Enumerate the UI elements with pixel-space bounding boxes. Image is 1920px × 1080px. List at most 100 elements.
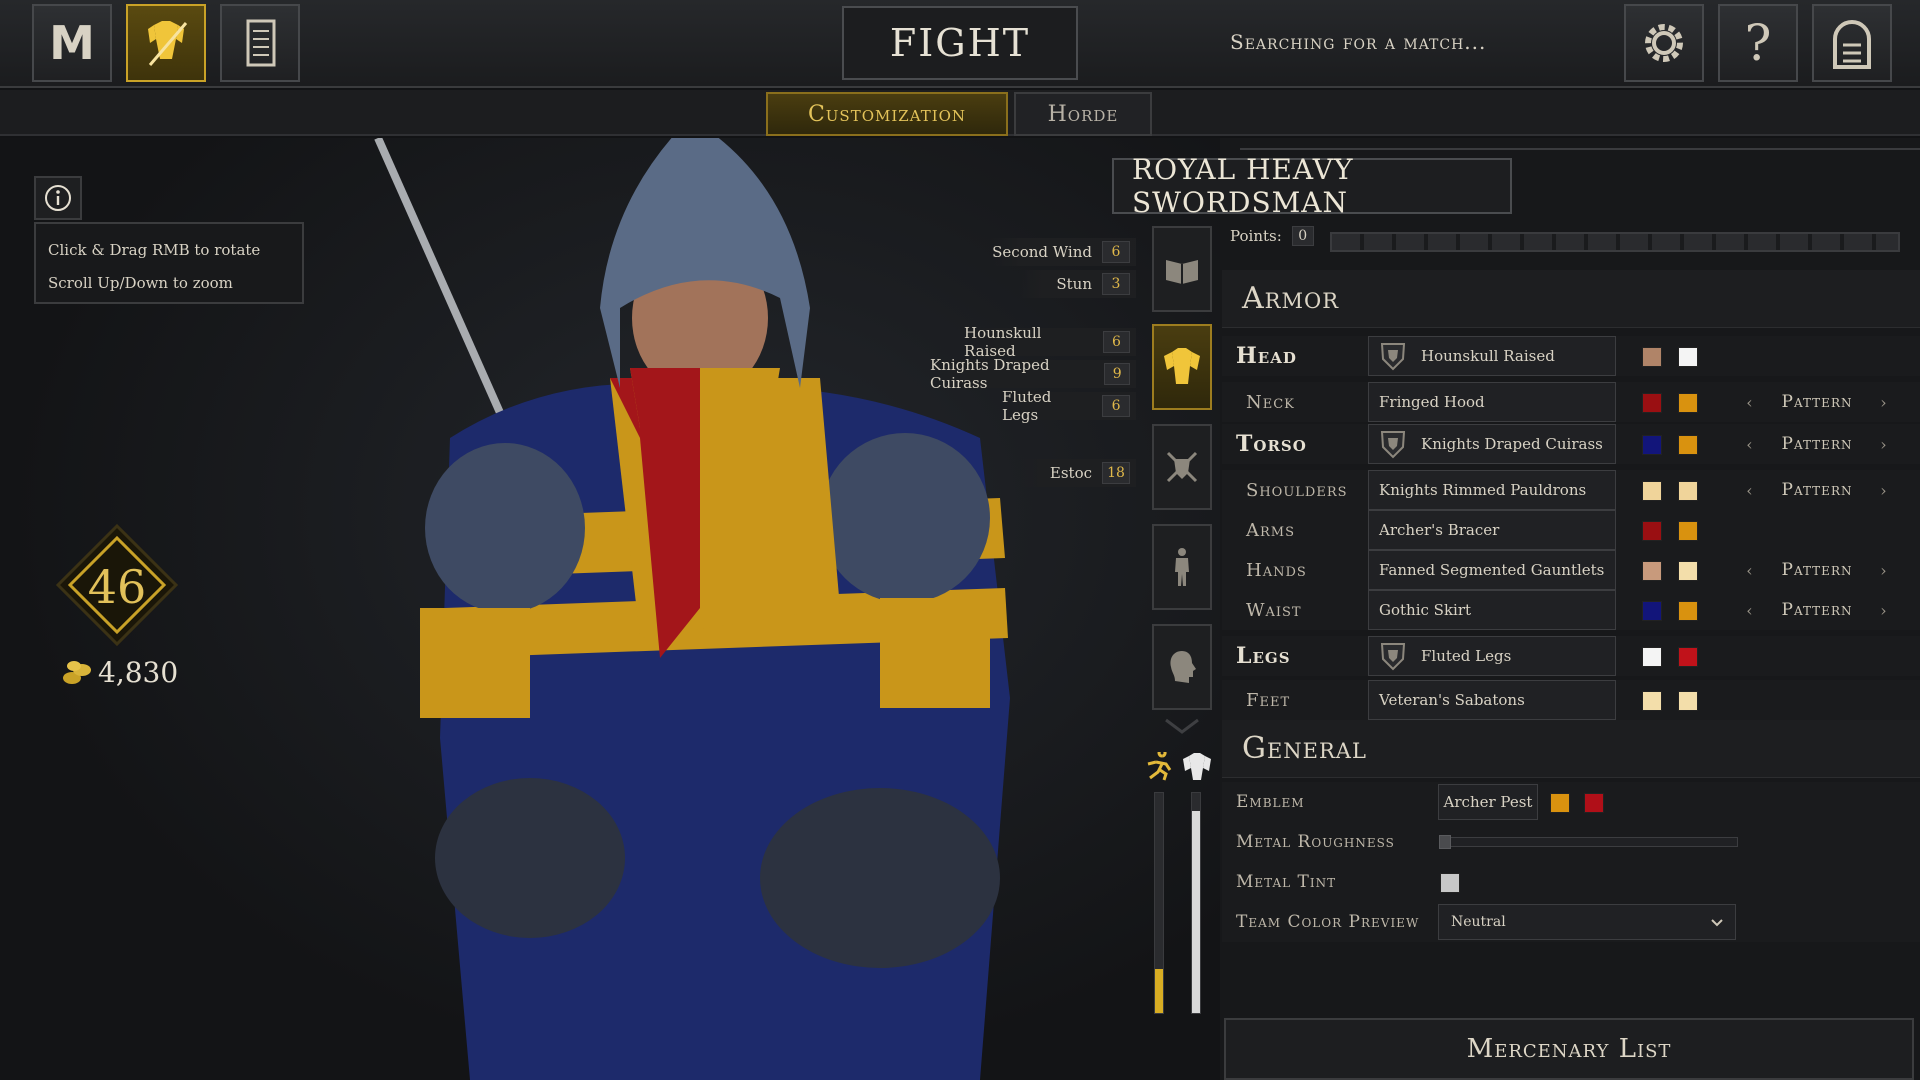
- armor-item-select[interactable]: Fluted Legs: [1368, 636, 1616, 676]
- armor-color-swatch[interactable]: [1678, 435, 1698, 455]
- chevron-left-icon[interactable]: ‹: [1742, 393, 1758, 412]
- chevron-left-icon[interactable]: ‹: [1742, 435, 1758, 454]
- armor-slot-label: Neck: [1246, 391, 1295, 413]
- armor-color-swatch[interactable]: [1678, 601, 1698, 621]
- armor-item-select[interactable]: Fringed Hood: [1368, 382, 1616, 422]
- chevron-left-icon[interactable]: ‹: [1742, 481, 1758, 500]
- main-menu-button[interactable]: M: [32, 4, 112, 82]
- coins-icon: [63, 660, 91, 684]
- search-status: Searching for a match...: [1230, 30, 1487, 54]
- speed-gauge-fill: [1155, 969, 1163, 1013]
- info-button[interactable]: [34, 176, 82, 220]
- armor-item-select[interactable]: Veteran's Sabatons: [1368, 680, 1616, 720]
- perk-second-wind[interactable]: Second Wind 6: [990, 238, 1136, 266]
- armor-item-select[interactable]: Fanned Segmented Gauntlets: [1368, 550, 1616, 590]
- points-value: 0: [1291, 226, 1314, 246]
- pattern-selector: ‹ Pattern ›: [1742, 550, 1892, 590]
- armor-color-swatch[interactable]: [1642, 691, 1662, 711]
- armor-color-swatch[interactable]: [1642, 601, 1662, 621]
- armor-color-swatch[interactable]: [1678, 561, 1698, 581]
- armor-item-select[interactable]: Archer's Bracer: [1368, 510, 1616, 550]
- chevron-left-icon[interactable]: ‹: [1742, 601, 1758, 620]
- category-face[interactable]: [1152, 624, 1212, 710]
- chevron-down-icon[interactable]: [1162, 716, 1202, 738]
- chevron-right-icon[interactable]: ›: [1876, 561, 1892, 580]
- armor-color-swatch[interactable]: [1642, 435, 1662, 455]
- perk-hounskull-raised[interactable]: Hounskull Raised 6: [964, 324, 1136, 360]
- metal-roughness-slider[interactable]: [1439, 835, 1738, 849]
- armor-color-swatch[interactable]: [1642, 393, 1662, 413]
- armor-color-swatch[interactable]: [1642, 521, 1662, 541]
- level-number: 46: [87, 560, 147, 614]
- help-button[interactable]: ?: [1718, 4, 1798, 82]
- customization-nav-button[interactable]: [126, 4, 206, 82]
- settings-button[interactable]: [1624, 4, 1704, 82]
- perk-stun[interactable]: Stun 3: [1018, 270, 1136, 298]
- tab-horde[interactable]: Horde: [1014, 92, 1152, 136]
- armor-slot-label: Torso: [1236, 431, 1307, 457]
- armor-color-swatch[interactable]: [1642, 481, 1662, 501]
- category-perks[interactable]: [1152, 226, 1212, 312]
- pattern-selector: ‹ Pattern ›: [1742, 470, 1892, 510]
- armor-item-name: Hounskull Raised: [1421, 347, 1555, 365]
- armor-color-swatch[interactable]: [1678, 347, 1698, 367]
- slider-handle[interactable]: [1439, 835, 1451, 849]
- perk-knights-draped-cuirass[interactable]: Knights Draped Cuirass 9: [930, 356, 1136, 392]
- armor-item-select[interactable]: Gothic Skirt: [1368, 590, 1616, 630]
- metal-tint-color[interactable]: [1440, 873, 1460, 893]
- armor-color-swatch[interactable]: [1642, 347, 1662, 367]
- chevron-right-icon[interactable]: ›: [1876, 393, 1892, 412]
- perk-estoc[interactable]: Estoc 18: [1020, 459, 1136, 487]
- armor-color-swatch[interactable]: [1642, 647, 1662, 667]
- points-label: Points:: [1230, 227, 1282, 245]
- category-body[interactable]: [1152, 524, 1212, 610]
- category-armor[interactable]: [1152, 324, 1212, 410]
- fight-button[interactable]: FIGHT: [842, 6, 1078, 80]
- armor-slot-label: Hands: [1246, 559, 1307, 581]
- team-color-row: Team Color Preview Neutral: [1222, 902, 1920, 942]
- armor-row-shoulders: Shoulders Knights Rimmed Pauldrons ‹ Patter…: [1222, 470, 1920, 510]
- armor-slot-label: Arms: [1246, 519, 1296, 541]
- armor-color-swatch[interactable]: [1678, 481, 1698, 501]
- armor-item-select[interactable]: Knights Draped Cuirass: [1368, 424, 1616, 464]
- general-section-title: General: [1222, 720, 1920, 778]
- armor-color-swatch[interactable]: [1678, 647, 1698, 667]
- armor-row-hands: Hands Fanned Segmented Gauntlets ‹ Pattern ›: [1222, 550, 1920, 590]
- team-color-dropdown[interactable]: Neutral: [1438, 904, 1736, 940]
- armor-color-swatch[interactable]: [1678, 521, 1698, 541]
- perk-cost: 9: [1104, 363, 1130, 385]
- currency-value: 4,830: [98, 656, 179, 689]
- chevron-left-icon[interactable]: ‹: [1742, 561, 1758, 580]
- mercenary-list-button[interactable]: Mercenary List: [1224, 1018, 1914, 1080]
- armor-icon: [1164, 348, 1200, 384]
- team-color-label: Team Color Preview: [1236, 912, 1420, 932]
- chevron-right-icon[interactable]: ›: [1876, 601, 1892, 620]
- scroll-nav-button[interactable]: [220, 4, 300, 82]
- armor-color-swatch[interactable]: [1678, 393, 1698, 413]
- metal-roughness-row: Metal Roughness: [1222, 822, 1920, 862]
- exit-door-button[interactable]: [1812, 4, 1892, 82]
- chevron-right-icon[interactable]: ›: [1876, 435, 1892, 454]
- armor-color-swatch[interactable]: [1678, 691, 1698, 711]
- chevron-right-icon[interactable]: ›: [1876, 481, 1892, 500]
- armor-item-name: Knights Draped Cuirass: [1421, 435, 1603, 453]
- pattern-label: Pattern: [1781, 600, 1853, 620]
- armor-section-title: Armor: [1222, 270, 1920, 328]
- armor-slot-label: Head: [1236, 343, 1297, 369]
- armor-item-name: Fluted Legs: [1421, 647, 1512, 665]
- category-weapons[interactable]: [1152, 424, 1212, 510]
- tab-customization[interactable]: Customization: [766, 92, 1008, 136]
- armor-item-select[interactable]: Hounskull Raised: [1368, 336, 1616, 376]
- pattern-label: Pattern: [1781, 434, 1853, 454]
- emblem-color-2[interactable]: [1584, 793, 1604, 813]
- emblem-select[interactable]: Archer Pest: [1438, 784, 1538, 820]
- armor-row-feet: Feet Veteran's Sabatons: [1222, 680, 1920, 720]
- info-icon: [45, 185, 71, 211]
- pattern-selector: ‹ Pattern ›: [1742, 382, 1892, 422]
- emblem-color-1[interactable]: [1550, 793, 1570, 813]
- armor-row-torso: Torso Knights Draped Cuirass ‹ Pattern ›: [1222, 424, 1920, 464]
- perk-fluted-legs[interactable]: Fluted Legs 6: [1002, 388, 1136, 424]
- pattern-selector: ‹ Pattern ›: [1742, 424, 1892, 464]
- armor-color-swatch[interactable]: [1642, 561, 1662, 581]
- armor-item-select[interactable]: Knights Rimmed Pauldrons: [1368, 470, 1616, 510]
